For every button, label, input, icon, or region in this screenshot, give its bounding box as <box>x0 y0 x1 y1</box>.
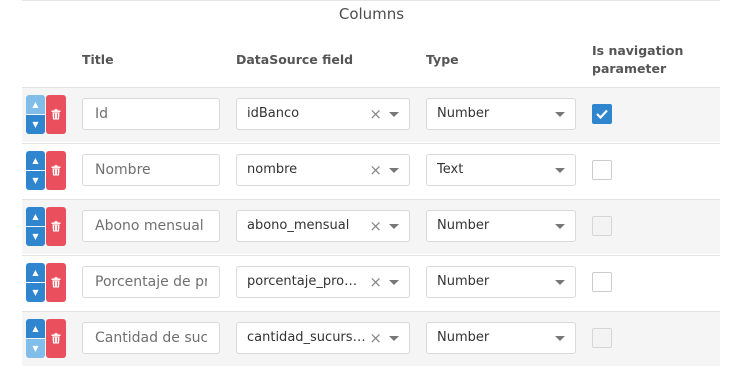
chevron-down-icon[interactable] <box>389 224 399 229</box>
trash-icon <box>51 333 61 344</box>
move-down-button[interactable]: ▼ <box>26 339 45 358</box>
arrow-down-icon: ▼ <box>32 176 39 185</box>
chevron-down-icon[interactable] <box>555 112 565 117</box>
chevron-down-icon[interactable] <box>555 168 565 173</box>
title-input[interactable] <box>83 267 207 297</box>
table-row: ▲▼idBanco×Number <box>22 87 720 142</box>
move-down-button[interactable]: ▼ <box>26 171 45 190</box>
arrow-down-icon: ▼ <box>32 288 39 297</box>
navigation-parameter-checkbox[interactable] <box>592 104 612 124</box>
type-value: Number <box>437 274 490 289</box>
arrow-up-icon: ▲ <box>32 156 39 165</box>
section-title: Columns <box>338 5 405 23</box>
type-value: Number <box>437 218 490 233</box>
arrow-up-icon: ▲ <box>32 268 39 277</box>
type-value: Number <box>437 330 490 345</box>
datasource-select[interactable]: porcentaje_prom... × <box>236 266 410 298</box>
chevron-down-icon[interactable] <box>389 336 399 341</box>
clear-x-icon[interactable]: × <box>369 323 382 353</box>
chevron-down-icon[interactable] <box>555 336 565 341</box>
arrow-down-icon: ▼ <box>32 232 39 241</box>
clear-x-icon[interactable]: × <box>369 267 382 297</box>
type-select[interactable]: Text <box>426 154 576 186</box>
navigation-parameter-checkbox[interactable] <box>592 216 612 236</box>
title-input[interactable] <box>83 211 207 241</box>
type-select[interactable]: Number <box>426 210 576 242</box>
datasource-value: cantidad_sucursal... <box>247 330 367 345</box>
arrow-up-icon: ▲ <box>32 212 39 221</box>
reorder-buttons: ▲ ▼ <box>26 263 45 302</box>
header-title: Title <box>82 52 114 67</box>
type-value: Text <box>437 162 464 177</box>
datasource-value: idBanco <box>247 106 300 121</box>
table-row: ▲▼nombre×Text <box>22 143 720 198</box>
trash-icon <box>51 109 61 120</box>
table-row: ▲▼abono_mensual×Number <box>22 199 720 254</box>
title-input[interactable] <box>83 323 207 353</box>
datasource-select[interactable]: nombre × <box>236 154 410 186</box>
chevron-down-icon[interactable] <box>389 112 399 117</box>
clear-x-icon[interactable]: × <box>369 99 382 129</box>
move-down-button[interactable]: ▼ <box>26 227 45 246</box>
move-up-button[interactable]: ▲ <box>26 95 45 114</box>
header-navigation-parameter: Is navigation parameter <box>592 42 683 78</box>
move-up-button[interactable]: ▲ <box>26 151 45 170</box>
navigation-parameter-checkbox[interactable] <box>592 328 612 348</box>
table-row: ▲▼porcentaje_prom...×Number <box>22 255 720 310</box>
title-field <box>82 154 220 186</box>
datasource-value: abono_mensual <box>247 218 350 233</box>
datasource-value: nombre <box>247 162 298 177</box>
chevron-down-icon[interactable] <box>555 280 565 285</box>
type-select[interactable]: Number <box>426 98 576 130</box>
trash-icon <box>51 221 61 232</box>
title-field <box>82 210 220 242</box>
arrow-up-icon: ▲ <box>32 324 39 333</box>
header-nav-line1: Is navigation <box>592 43 684 58</box>
arrow-down-icon: ▼ <box>32 120 39 129</box>
type-select[interactable]: Number <box>426 322 576 354</box>
reorder-buttons: ▲ ▼ <box>26 319 45 358</box>
chevron-down-icon[interactable] <box>555 224 565 229</box>
title-field <box>82 322 220 354</box>
reorder-buttons: ▲ ▼ <box>26 151 45 190</box>
navigation-parameter-checkbox[interactable] <box>592 160 612 180</box>
move-down-button[interactable]: ▼ <box>26 115 45 134</box>
move-down-button[interactable]: ▼ <box>26 283 45 302</box>
header-type: Type <box>426 52 459 67</box>
clear-x-icon[interactable]: × <box>369 155 382 185</box>
move-up-button[interactable]: ▲ <box>26 263 45 282</box>
title-field <box>82 266 220 298</box>
datasource-value: porcentaje_prom... <box>247 274 367 289</box>
delete-row-button[interactable] <box>46 207 66 246</box>
delete-row-button[interactable] <box>46 319 66 358</box>
trash-icon <box>51 277 61 288</box>
navigation-parameter-checkbox[interactable] <box>592 272 612 292</box>
chevron-down-icon[interactable] <box>389 280 399 285</box>
clear-x-icon[interactable]: × <box>369 211 382 241</box>
arrow-down-icon: ▼ <box>32 344 39 353</box>
chevron-down-icon[interactable] <box>389 168 399 173</box>
header-datasource-field: DataSource field <box>236 52 354 67</box>
title-input[interactable] <box>83 155 207 185</box>
datasource-select[interactable]: idBanco × <box>236 98 410 130</box>
reorder-buttons: ▲ ▼ <box>26 207 45 246</box>
delete-row-button[interactable] <box>46 263 66 302</box>
arrow-up-icon: ▲ <box>32 100 39 109</box>
delete-row-button[interactable] <box>46 95 66 134</box>
header-nav-line2: parameter <box>592 61 667 76</box>
type-value: Number <box>437 106 490 121</box>
datasource-select[interactable]: cantidad_sucursal... × <box>236 322 410 354</box>
top-divider <box>22 0 720 1</box>
title-field <box>82 98 220 130</box>
move-up-button[interactable]: ▲ <box>26 207 45 226</box>
title-input[interactable] <box>83 99 207 129</box>
datasource-select[interactable]: abono_mensual × <box>236 210 410 242</box>
delete-row-button[interactable] <box>46 151 66 190</box>
trash-icon <box>51 165 61 176</box>
reorder-buttons: ▲ ▼ <box>26 95 45 134</box>
type-select[interactable]: Number <box>426 266 576 298</box>
move-up-button[interactable]: ▲ <box>26 319 45 338</box>
table-row: ▲▼cantidad_sucursal...×Number <box>22 311 720 366</box>
